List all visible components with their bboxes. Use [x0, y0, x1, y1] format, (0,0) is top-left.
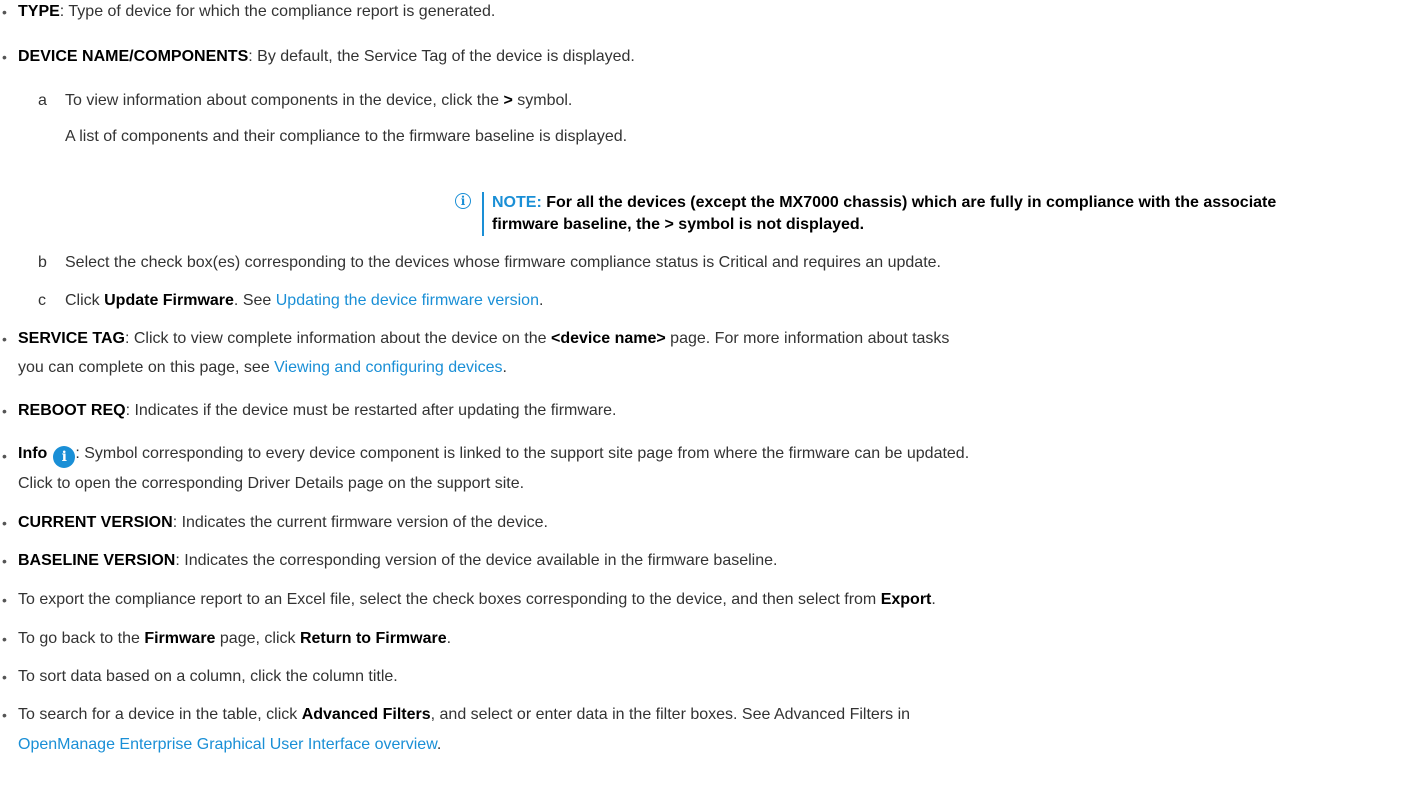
info-circle-icon: i [455, 193, 471, 209]
list-item-baseline-version: BASELINE VERSION: Indicates the correspo… [18, 552, 778, 569]
bullet: • [2, 707, 7, 723]
list-item-info: Info i: Symbol corresponding to every dev… [18, 443, 969, 468]
bullet: • [2, 631, 7, 647]
bullet: • [2, 331, 7, 347]
step-letter-a: a [38, 92, 47, 109]
list-item-reboot: REBOOT REQ: Indicates if the device must… [18, 402, 617, 419]
link-updating-firmware[interactable]: Updating the device firmware version [276, 292, 539, 309]
list-item-go-back: To go back to the Firmware page, click R… [18, 630, 452, 647]
step-b: Select the check box(es) corresponding t… [65, 254, 941, 271]
bullet: • [2, 448, 7, 464]
list-item-current-version: CURRENT VERSION: Indicates the current f… [18, 514, 548, 531]
link-openmanage-overview[interactable]: OpenManage Enterprise Graphical User Int… [18, 736, 437, 753]
term-device-name: DEVICE NAME/COMPONENTS [18, 48, 249, 65]
bullet: • [2, 592, 7, 608]
list-item-export: To export the compliance report to an Ex… [18, 591, 936, 608]
bullet: • [2, 669, 7, 685]
step-c: Click Update Firmware. See Updating the … [65, 292, 544, 309]
info-line2: Click to open the corresponding Driver D… [18, 475, 525, 492]
bullet: • [2, 553, 7, 569]
note-label: NOTE: [492, 194, 542, 211]
info-icon[interactable]: i [53, 446, 76, 468]
list-item-device-name: DEVICE NAME/COMPONENTS: By default, the … [18, 48, 635, 65]
step-a: To view information about components in … [65, 92, 573, 109]
term-type: TYPE [18, 3, 60, 20]
list-item-type: TYPE: Type of device for which the compl… [18, 3, 496, 20]
list-item-service-tag: SERVICE TAG: Click to view complete info… [18, 330, 950, 347]
bullet: • [2, 403, 7, 419]
step-letter-c: c [38, 292, 46, 309]
list-item-search: To search for a device in the table, cli… [18, 706, 911, 723]
bullet: • [2, 49, 7, 65]
note-box: NOTE: For all the devices (except the MX… [482, 192, 1276, 236]
link-viewing-devices[interactable]: Viewing and configuring devices [274, 359, 502, 376]
bullet: • [2, 4, 7, 20]
search-line2: OpenManage Enterprise Graphical User Int… [18, 736, 442, 753]
bullet: • [2, 515, 7, 531]
service-tag-line2: you can complete on this page, see Viewi… [18, 359, 507, 376]
step-a-result: A list of components and their complianc… [65, 128, 628, 145]
step-letter-b: b [38, 254, 47, 271]
list-item-sort: To sort data based on a column, click th… [18, 668, 398, 685]
